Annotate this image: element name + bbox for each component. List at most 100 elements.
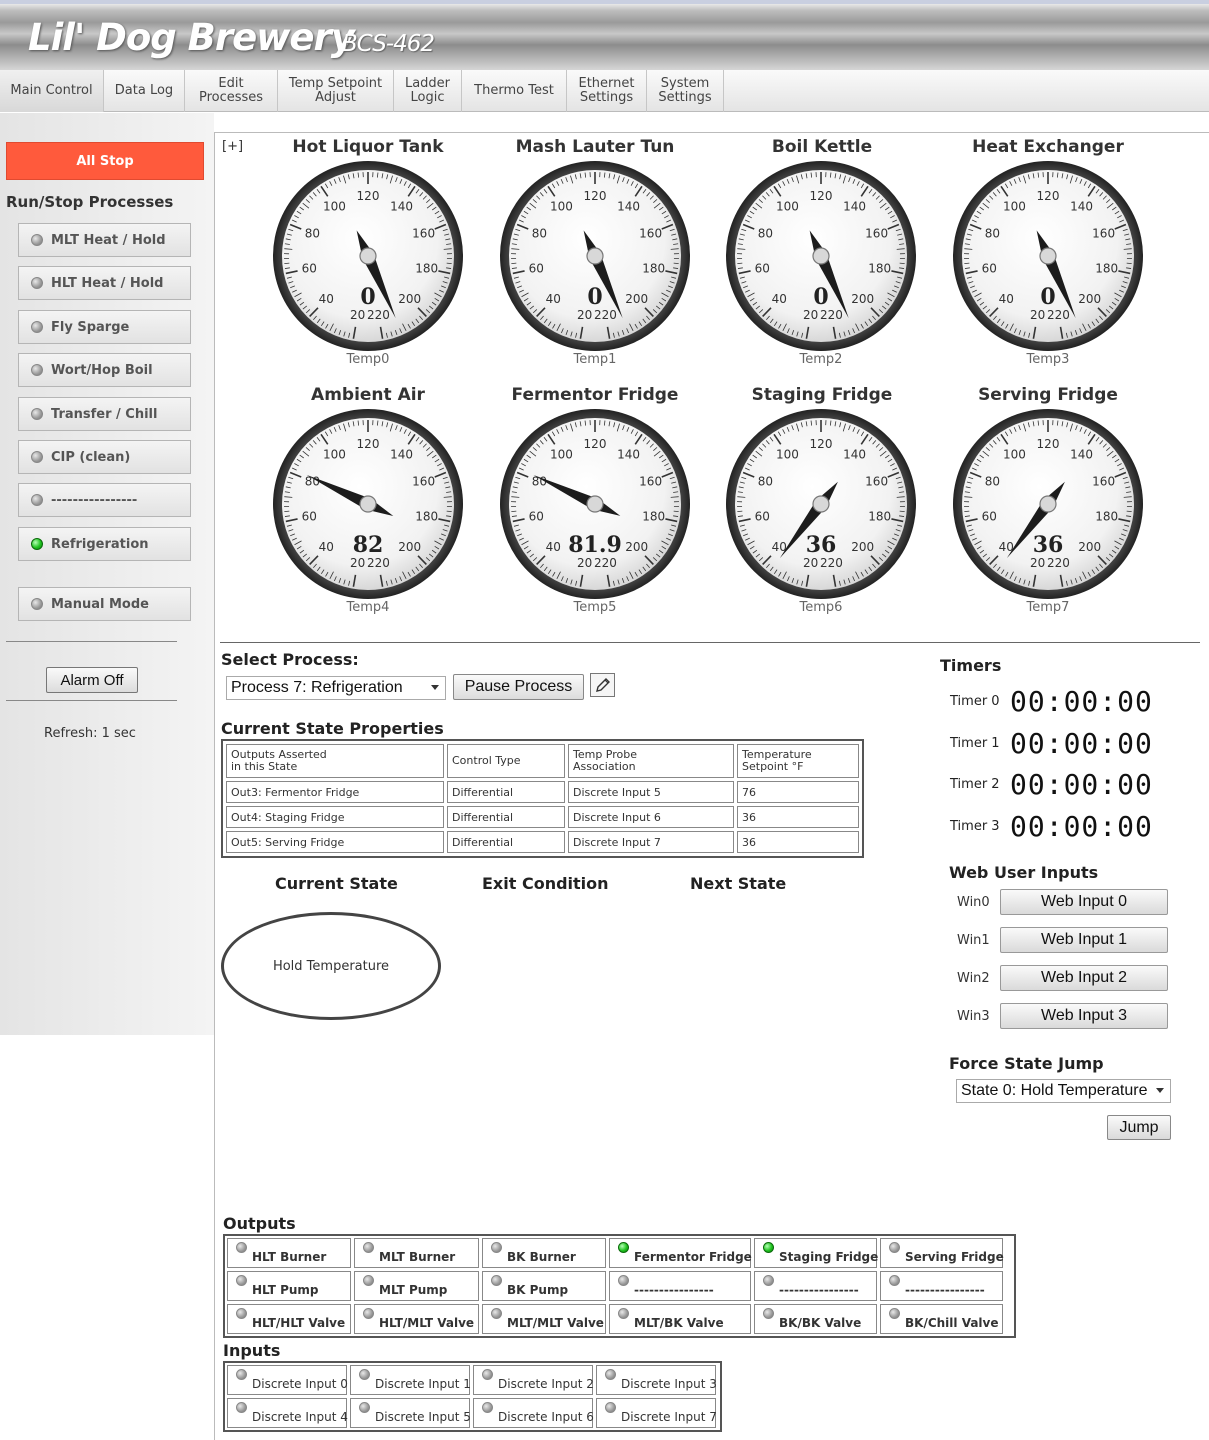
process-button-manual-mode[interactable]: Manual Mode xyxy=(18,587,191,621)
gauge-scale-label: 200 xyxy=(1078,292,1101,306)
gauge-scale-label: 220 xyxy=(820,556,843,570)
gauge-scale-label: 100 xyxy=(550,447,573,461)
input-label: Discrete Input 0 xyxy=(252,1377,348,1391)
pause-process-button[interactable]: Pause Process xyxy=(453,674,584,700)
table-header-cell: Temp Probe Association xyxy=(568,744,734,778)
gauge-scale-label: 100 xyxy=(776,199,799,213)
gauge-scale-label: 180 xyxy=(1095,261,1118,275)
temperature-gauge: 20 40 60 80100 120 140 160 180 200 2200 xyxy=(953,161,1143,351)
process-button-transfer-chill[interactable]: Transfer / Chill xyxy=(18,397,191,431)
input-cell: Discrete Input 0 xyxy=(227,1365,348,1395)
gauge-scale-label: 140 xyxy=(1070,447,1093,461)
gauge-scale-label: 60 xyxy=(755,261,770,275)
gauge-scale-label: 140 xyxy=(1070,199,1093,213)
status-led-icon xyxy=(889,1275,900,1286)
gauge-scale-label: 200 xyxy=(625,540,648,554)
gauge-scale-label: 40 xyxy=(999,292,1014,306)
nav-temp-setpoint-adjust[interactable]: Temp Setpoint Adjust xyxy=(278,70,394,112)
status-led-icon xyxy=(236,1402,247,1413)
gauge-scale-label: 80 xyxy=(758,475,773,489)
nav-edit-processes[interactable]: Edit Processes xyxy=(185,70,278,112)
main-nav: Main Control Data Log Edit Processes Tem… xyxy=(0,70,1209,112)
nav-ladder-logic[interactable]: Ladder Logic xyxy=(394,70,462,112)
output-cell[interactable]: BK/BK Valve xyxy=(754,1304,877,1334)
output-label: MLT/BK Valve xyxy=(634,1316,724,1330)
process-button-unused[interactable]: ---------------- xyxy=(18,483,191,517)
force-state-value: State 0: Hold Temperature xyxy=(961,1082,1148,1099)
process-button-fly-sparge[interactable]: Fly Sparge xyxy=(18,310,191,344)
web-input-2-button[interactable]: Web Input 2 xyxy=(1000,965,1168,991)
output-cell[interactable]: BK Burner xyxy=(482,1238,606,1268)
state-properties-table: Outputs Asserted in this State Control T… xyxy=(221,739,864,858)
output-cell[interactable]: BK Pump xyxy=(482,1271,606,1301)
edit-process-button[interactable] xyxy=(590,673,615,697)
web-input-label: Win3 xyxy=(957,1009,990,1024)
exit-condition-heading: Exit Condition xyxy=(482,874,609,893)
expand-toggle[interactable]: [+] xyxy=(222,139,243,154)
output-cell[interactable]: BK/Chill Valve xyxy=(880,1304,1003,1334)
output-cell[interactable]: HLT Burner xyxy=(227,1238,351,1268)
process-button-refrigeration[interactable]: Refrigeration xyxy=(18,527,191,561)
output-cell[interactable]: ---------------- xyxy=(754,1271,877,1301)
gauge-scale-label: 100 xyxy=(1003,199,1026,213)
output-cell[interactable]: Staging Fridge xyxy=(754,1238,878,1268)
input-cell: Discrete Input 6 xyxy=(473,1398,594,1428)
gauge-hub xyxy=(586,247,604,265)
input-cell: Discrete Input 4 xyxy=(227,1398,348,1428)
gauge-scale-label: 200 xyxy=(625,292,648,306)
output-cell[interactable]: ---------------- xyxy=(880,1271,1003,1301)
nav-data-log[interactable]: Data Log xyxy=(104,70,185,112)
gauge-title: Hot Liquor Tank xyxy=(292,137,444,157)
alarm-off-button[interactable]: Alarm Off xyxy=(46,667,138,693)
output-cell[interactable]: MLT Pump xyxy=(354,1271,479,1301)
gauge-hub xyxy=(586,495,604,513)
nav-thermo-test[interactable]: Thermo Test xyxy=(462,70,567,112)
gauge-scale-label: 60 xyxy=(302,509,317,523)
web-input-3-button[interactable]: Web Input 3 xyxy=(1000,1003,1168,1029)
output-cell[interactable]: Serving Fridge xyxy=(880,1238,1004,1268)
sidebar-divider xyxy=(6,700,177,701)
process-label: ---------------- xyxy=(51,492,138,508)
output-label: MLT Pump xyxy=(379,1283,448,1297)
process-label: MLT Heat / Hold xyxy=(51,232,166,248)
status-led-icon xyxy=(763,1308,774,1319)
web-input-1-button[interactable]: Web Input 1 xyxy=(1000,927,1168,953)
gauge-value-readout: 0 xyxy=(1040,284,1055,310)
nav-ethernet-settings[interactable]: Ethernet Settings xyxy=(567,70,647,112)
gauge-probe-label: Temp7 xyxy=(1026,600,1070,615)
gauge-scale-label: 20 xyxy=(1030,556,1045,570)
gauge-scale-label: 220 xyxy=(820,308,843,322)
input-cell: Discrete Input 3 xyxy=(596,1365,717,1395)
nav-system-settings[interactable]: System Settings xyxy=(647,70,724,112)
output-cell[interactable]: HLT/HLT Valve xyxy=(227,1304,351,1334)
output-label: BK/BK Valve xyxy=(779,1316,862,1330)
output-cell[interactable]: Fermentor Fridge xyxy=(609,1238,752,1268)
force-state-select[interactable]: State 0: Hold Temperature xyxy=(956,1079,1171,1103)
output-cell[interactable]: MLT/BK Valve xyxy=(609,1304,751,1334)
gauge-hub xyxy=(1039,247,1057,265)
all-stop-button[interactable]: All Stop xyxy=(6,142,204,180)
input-cell: Discrete Input 1 xyxy=(350,1365,471,1395)
gauge-scale-label: 60 xyxy=(755,509,770,523)
section-divider xyxy=(220,642,1200,643)
nav-main-control[interactable]: Main Control xyxy=(0,70,104,112)
output-cell[interactable]: ---------------- xyxy=(609,1271,751,1301)
process-button-cip-clean[interactable]: CIP (clean) xyxy=(18,440,191,474)
process-select[interactable]: Process 7: Refrigeration xyxy=(226,676,446,700)
jump-button[interactable]: Jump xyxy=(1107,1115,1171,1140)
timer-value: 00:00:00 xyxy=(1010,727,1153,760)
process-button-wort-hop-boil[interactable]: Wort/Hop Boil xyxy=(18,353,191,387)
status-led-icon xyxy=(31,451,43,463)
process-button-hlt-heat-hold[interactable]: HLT Heat / Hold xyxy=(18,266,191,300)
process-button-mlt-heat-hold[interactable]: MLT Heat / Hold xyxy=(18,223,191,257)
gauge-scale-label: 40 xyxy=(319,540,334,554)
output-cell[interactable]: MLT Burner xyxy=(354,1238,479,1268)
temperature-gauge: 20 40 60 80100 120 140 160 180 200 22082 xyxy=(273,409,463,599)
output-cell[interactable]: HLT Pump xyxy=(227,1271,351,1301)
status-led-icon xyxy=(889,1242,900,1253)
web-input-0-button[interactable]: Web Input 0 xyxy=(1000,889,1168,915)
gauge-scale-label: 180 xyxy=(415,509,438,523)
output-cell[interactable]: HLT/MLT Valve xyxy=(354,1304,479,1334)
output-cell[interactable]: MLT/MLT Valve xyxy=(482,1304,606,1334)
gauge-scale-label: 80 xyxy=(758,227,773,241)
